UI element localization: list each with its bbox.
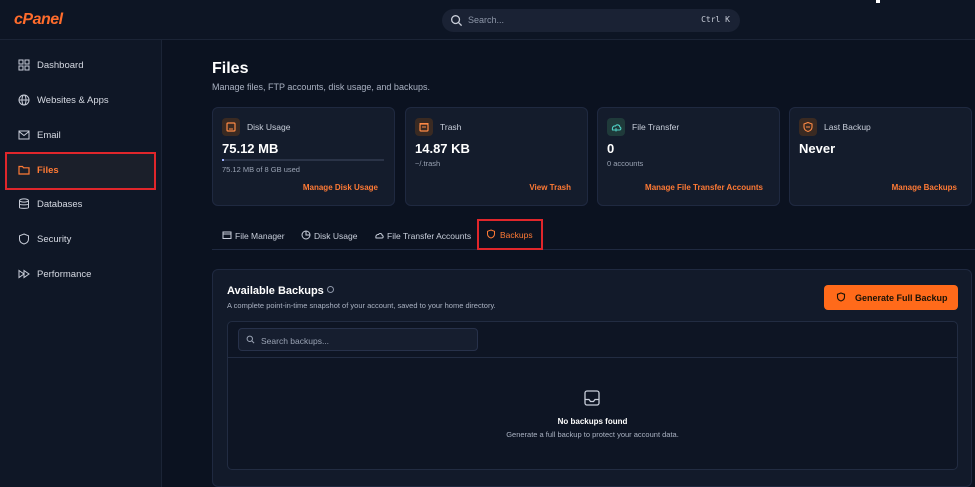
disk-usage-bar-fill <box>222 159 224 161</box>
tab-disk-usage[interactable]: Disk Usage <box>301 220 365 250</box>
search-placeholder: Search... <box>468 15 505 25</box>
cloud-icon <box>607 118 625 136</box>
last-backup-card: Last Backup Never Manage Backups <box>789 107 972 206</box>
card-note: 0 accounts <box>607 159 644 168</box>
card-label: Last Backup <box>824 122 871 132</box>
card-value: 0 <box>607 141 615 156</box>
panel-title: Available Backups <box>227 285 334 297</box>
sidebar-item-label: Security <box>37 234 72 245</box>
page-title: Files <box>212 60 249 77</box>
sidebar-item-databases[interactable]: Databases <box>5 190 156 220</box>
backup-icon <box>487 229 495 239</box>
top-bar: cPanel Search... Ctrl K <box>0 0 975 40</box>
trash-icon <box>415 118 433 136</box>
manage-backups-link[interactable]: Manage Backups <box>892 183 957 192</box>
card-note: 75.12 MB of 8 GB used <box>222 165 300 174</box>
search-icon <box>451 15 463 27</box>
dashboard-icon <box>18 59 30 71</box>
mail-icon <box>18 130 30 140</box>
empty-state-title: No backups found <box>557 417 628 426</box>
card-label: File Transfer <box>632 122 680 132</box>
tab-label: File Transfer Accounts <box>387 231 472 241</box>
inbox-icon <box>584 390 600 406</box>
sidebar-item-files[interactable]: Files <box>5 152 156 190</box>
tab-file-transfer-accounts[interactable]: File Transfer Accounts <box>374 220 474 250</box>
sidebar-item-label: Websites & Apps <box>37 95 109 106</box>
sidebar-item-performance[interactable]: Performance <box>5 260 156 290</box>
tab-label: Disk Usage <box>314 231 358 241</box>
divider <box>228 357 957 358</box>
globe-icon <box>18 94 30 106</box>
help-icon[interactable] <box>326 286 334 293</box>
disk-usage-card: Disk Usage 75.12 MB 75.12 MB of 8 GB use… <box>212 107 395 206</box>
panel-subtitle: A complete point-in-time snapshot of you… <box>227 301 496 310</box>
backup-icon <box>836 292 846 302</box>
tab-backups[interactable]: Backups <box>477 219 543 250</box>
window-marker <box>876 0 880 3</box>
card-value: 75.12 MB <box>222 141 279 156</box>
file-transfer-card: File Transfer 0 0 accounts Manage File T… <box>597 107 780 206</box>
main-content: Files Manage files, FTP accounts, disk u… <box>162 40 975 487</box>
tab-label: Backups <box>500 230 533 240</box>
view-trash-link[interactable]: View Trash <box>529 183 571 192</box>
cloud-upload-icon <box>375 232 384 239</box>
search-backups-placeholder: Search backups... <box>261 336 330 346</box>
sidebar-item-security[interactable]: Security <box>5 225 156 255</box>
disk-usage-bar <box>222 159 384 161</box>
trash-card: Trash 14.87 KB ~/.trash View Trash <box>405 107 588 206</box>
card-label: Trash <box>440 122 462 132</box>
search-backups-input[interactable]: Search backups... <box>238 328 478 351</box>
sidebar-item-label: Files <box>37 165 59 176</box>
files-tabs: File Manager Disk Usage File Transfer Ac… <box>212 219 975 250</box>
empty-state-subtitle: Generate a full backup to protect your a… <box>506 430 679 439</box>
pie-chart-icon <box>301 230 311 240</box>
sidebar-item-websites-apps[interactable]: Websites & Apps <box>5 86 156 116</box>
panel-title-text: Available Backups <box>227 285 324 297</box>
file-manager-icon <box>222 231 232 239</box>
sidebar-item-email[interactable]: Email <box>5 121 156 151</box>
manage-disk-usage-link[interactable]: Manage Disk Usage <box>303 183 378 192</box>
card-label: Disk Usage <box>247 122 291 132</box>
sidebar-item-label: Dashboard <box>37 60 84 71</box>
tab-file-manager[interactable]: File Manager <box>222 220 292 250</box>
search-icon <box>246 335 255 344</box>
fast-forward-icon <box>18 269 30 279</box>
backups-list: Search backups... No backups found Gener… <box>227 321 958 470</box>
manage-file-transfer-accounts-link[interactable]: Manage File Transfer Accounts <box>645 183 763 192</box>
sidebar: Dashboard Websites & Apps Email Files Da… <box>0 40 162 487</box>
search-shortcut: Ctrl K <box>701 15 730 24</box>
generate-full-backup-button[interactable]: Generate Full Backup <box>824 285 958 310</box>
sidebar-item-dashboard[interactable]: Dashboard <box>5 51 156 81</box>
page-subtitle: Manage files, FTP accounts, disk usage, … <box>212 82 430 92</box>
folder-icon <box>18 165 30 175</box>
database-icon <box>19 198 29 209</box>
card-value: Never <box>799 141 836 156</box>
backup-icon <box>799 118 817 136</box>
tab-label: File Manager <box>235 231 285 241</box>
sidebar-item-label: Email <box>37 130 61 141</box>
card-value: 14.87 KB <box>415 141 470 156</box>
disk-icon <box>222 118 240 136</box>
sidebar-item-label: Databases <box>37 199 83 210</box>
cpanel-logo[interactable]: cPanel <box>14 11 63 29</box>
global-search[interactable]: Search... Ctrl K <box>442 9 740 32</box>
button-label: Generate Full Backup <box>855 293 948 303</box>
sidebar-item-label: Performance <box>37 269 92 280</box>
available-backups-panel: Available Backups A complete point-in-ti… <box>212 269 972 487</box>
card-note: ~/.trash <box>415 159 441 168</box>
shield-icon <box>19 233 29 245</box>
